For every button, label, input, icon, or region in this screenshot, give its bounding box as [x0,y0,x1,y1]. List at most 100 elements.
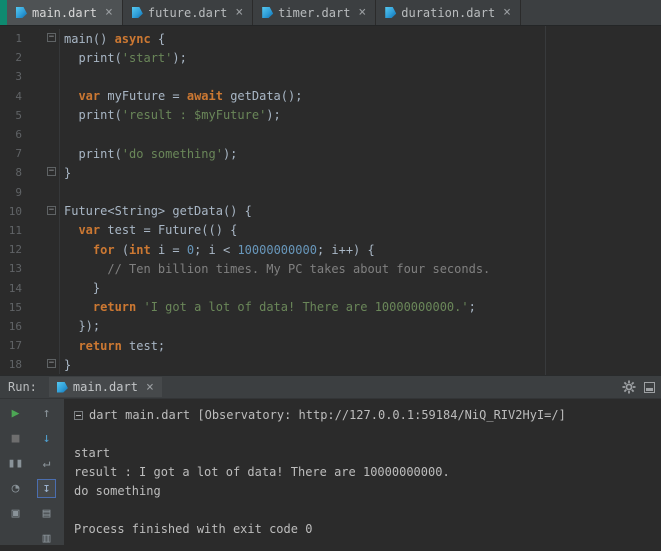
run-tab-main-dart[interactable]: main.dart × [48,377,162,397]
console-fold-icon[interactable] [74,411,83,420]
code-line[interactable]: 11 var test = Future(() { [0,220,661,241]
code-token: return [78,338,122,353]
code-line[interactable]: 10 − Future<String> getData() { [0,201,661,221]
line-number: 9 [15,185,22,199]
line-number: 3 [15,70,22,84]
line-number: 14 [8,281,22,295]
rerun-button[interactable]: ▶ [5,401,27,426]
up-stack-trace-button[interactable]: ↑ [36,401,58,426]
code-line[interactable]: 14 } [0,278,661,298]
scroll-to-end-button[interactable]: ↧ [37,479,56,498]
console-line: Process finished with exit code 0 [74,520,661,539]
line-number: 17 [8,339,22,353]
code-token: ; [468,300,476,315]
fold-gutter: − [22,163,60,183]
fold-gutter [22,182,60,202]
editor-tab-bar: main.dart × future.dart × timer.dart × duratio… [0,0,661,26]
line-number: 6 [15,128,22,142]
clear-all-button[interactable]: ▥ [36,526,58,551]
code-text: var myFuture = await getData(); [60,89,302,103]
code-text: var test = Future(() { [60,223,237,237]
dart-file-icon [131,7,143,18]
code-text: print('result : $myFuture'); [60,108,281,123]
code-token: int [129,242,151,257]
fold-gutter [22,67,60,87]
code-line[interactable]: 18 −} [0,355,661,375]
console-toolbar-right-column: ↑ ↓ ↵ ↧ ▤ ▥ [31,401,62,546]
run-toolwindow-bar: Run: main.dart × [0,375,661,399]
editor-tab-main-dart[interactable]: main.dart × [7,0,123,25]
code-line[interactable]: 5 print('result : $myFuture'); [0,105,661,125]
tab-close-icon[interactable]: × [105,6,113,19]
run-console: ▶ ■ ▮▮ ◔ ▣ ↑ ↓ ↵ ↧ ▤ ▥ dart main.dart [Observator… [0,399,661,546]
restore-layout-button[interactable]: ▣ [5,501,27,526]
tab-close-icon[interactable]: × [358,6,366,19]
right-margin-guide [545,26,546,375]
code-line[interactable]: 1 − main() async { [0,29,661,49]
run-bar-actions [622,380,655,394]
fold-gutter [22,336,60,356]
console-output[interactable]: dart main.dart [Observatory: http://127.… [64,399,661,545]
tab-label: future.dart [147,5,228,20]
fold-icon[interactable]: − [47,167,56,177]
line-number: 18 [8,358,22,372]
console-text: dart main.dart [Observatory: http://127.… [89,408,566,422]
code-line[interactable]: 3 [0,67,661,87]
code-line[interactable]: 9 [0,182,661,202]
code-token: main() [64,31,115,46]
fold-gutter [22,144,60,164]
console-line: dart main.dart [Observatory: http://127.… [74,406,661,425]
editor-lines: 1− main() async {2 print('start'); 3 4 var … [0,29,661,375]
pause-output-button[interactable]: ▮▮ [5,451,27,476]
hide-panel-icon[interactable] [644,381,655,393]
fold-icon[interactable]: − [47,33,56,42]
settings-gear-icon[interactable] [622,380,636,394]
console-text: do something [74,484,161,498]
stop-button[interactable]: ■ [5,426,27,451]
code-line[interactable]: 6 [0,124,661,145]
print-console-button[interactable]: ▤ [36,501,58,526]
code-token: ); [266,108,281,123]
run-panel-label: Run: [8,380,37,394]
editor-tab-future-dart[interactable]: future.dart × [123,0,254,25]
show-history-button[interactable]: ◔ [5,476,27,501]
fold-icon[interactable]: − [47,205,56,215]
code-line[interactable]: 17 return test; [0,336,661,356]
line-number: 4 [15,89,22,103]
code-token: 'result : $myFuture' [121,108,267,123]
fold-gutter [22,105,60,125]
fold-gutter [22,316,60,336]
code-token: } [64,281,101,296]
fold-icon[interactable]: − [47,359,56,369]
line-number: 15 [8,300,22,314]
down-stack-trace-button[interactable]: ↓ [36,426,58,451]
line-number: 2 [15,51,22,65]
code-token: myFuture = [100,89,187,104]
code-line[interactable]: 7 print('do something'); [0,144,661,164]
line-number: 12 [8,243,22,257]
code-line[interactable]: 2 print('start'); [0,48,661,68]
code-line[interactable]: 4 var myFuture = await getData(); [0,86,661,106]
code-token: var [78,223,101,238]
code-line[interactable]: 16 }); [0,316,661,336]
soft-wrap-button[interactable]: ↵ [36,451,58,476]
run-tab-close-icon[interactable]: × [146,381,154,394]
code-token: ; i++) { [316,242,375,257]
code-line[interactable]: 8 −} [0,163,661,183]
window-accent-strip [0,0,7,25]
code-line[interactable]: 12 for (int i = 0; i < 10000000000; i++)… [0,240,661,260]
tab-close-icon[interactable]: × [235,6,243,19]
tab-label: timer.dart [278,5,351,20]
code-text: print('do something'); [60,147,237,161]
code-line[interactable]: 15 return 'I got a lot of data! There ar… [0,297,661,317]
editor-tab-duration-dart[interactable]: duration.dart × [376,0,521,25]
code-line[interactable]: 13 // Ten billion times. My PC takes abo… [0,259,661,279]
fold-gutter [22,259,60,279]
editor[interactable]: 1− main() async {2 print('start'); 3 4 var … [0,26,661,375]
editor-tab-timer-dart[interactable]: timer.dart × [253,0,377,25]
code-token: print( [64,50,122,65]
tab-close-icon[interactable]: × [503,6,511,19]
